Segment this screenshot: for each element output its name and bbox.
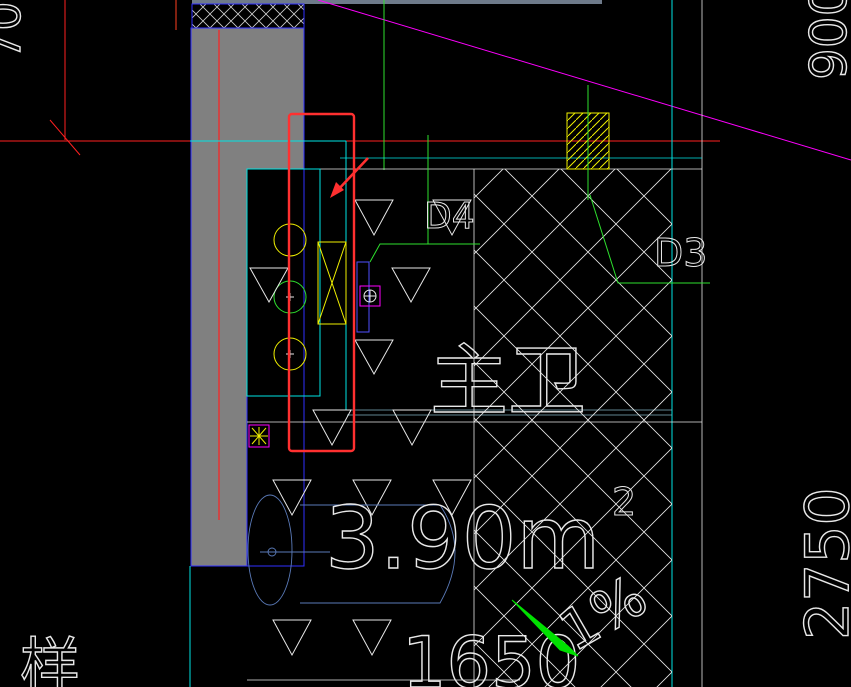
elevation-label: 3.90m (325, 489, 600, 589)
cad-drawing-canvas[interactable]: 主卫 3.90m D4 D3 2 1% 1650 2750 900 70 样 (0, 0, 851, 687)
bottom-left-char: 样 (20, 632, 80, 687)
top-beam (192, 0, 602, 4)
dim-top-right-label: 900 (800, 0, 851, 80)
dim-bottom-label: 1650 (402, 622, 580, 687)
top-wall-hatch (191, 3, 305, 29)
blue-pipe-stub (356, 261, 370, 333)
green-leader-d4 (369, 243, 480, 263)
fixture-d4-label: D4 (424, 196, 475, 237)
floor-drain-icon (359, 285, 381, 307)
slope-number-label: 2 (612, 480, 636, 524)
floor-drain-icon (248, 424, 270, 448)
wall-notch (246, 168, 305, 567)
room-name-label: 主卫 (430, 337, 586, 427)
valve-box-icon (317, 241, 347, 325)
red-pointer-arrow-icon (330, 157, 369, 198)
dim-right-label: 2750 (793, 487, 851, 640)
fixture-d3-label: D3 (654, 231, 707, 275)
dim-top-left-label: 70 (0, 1, 31, 60)
